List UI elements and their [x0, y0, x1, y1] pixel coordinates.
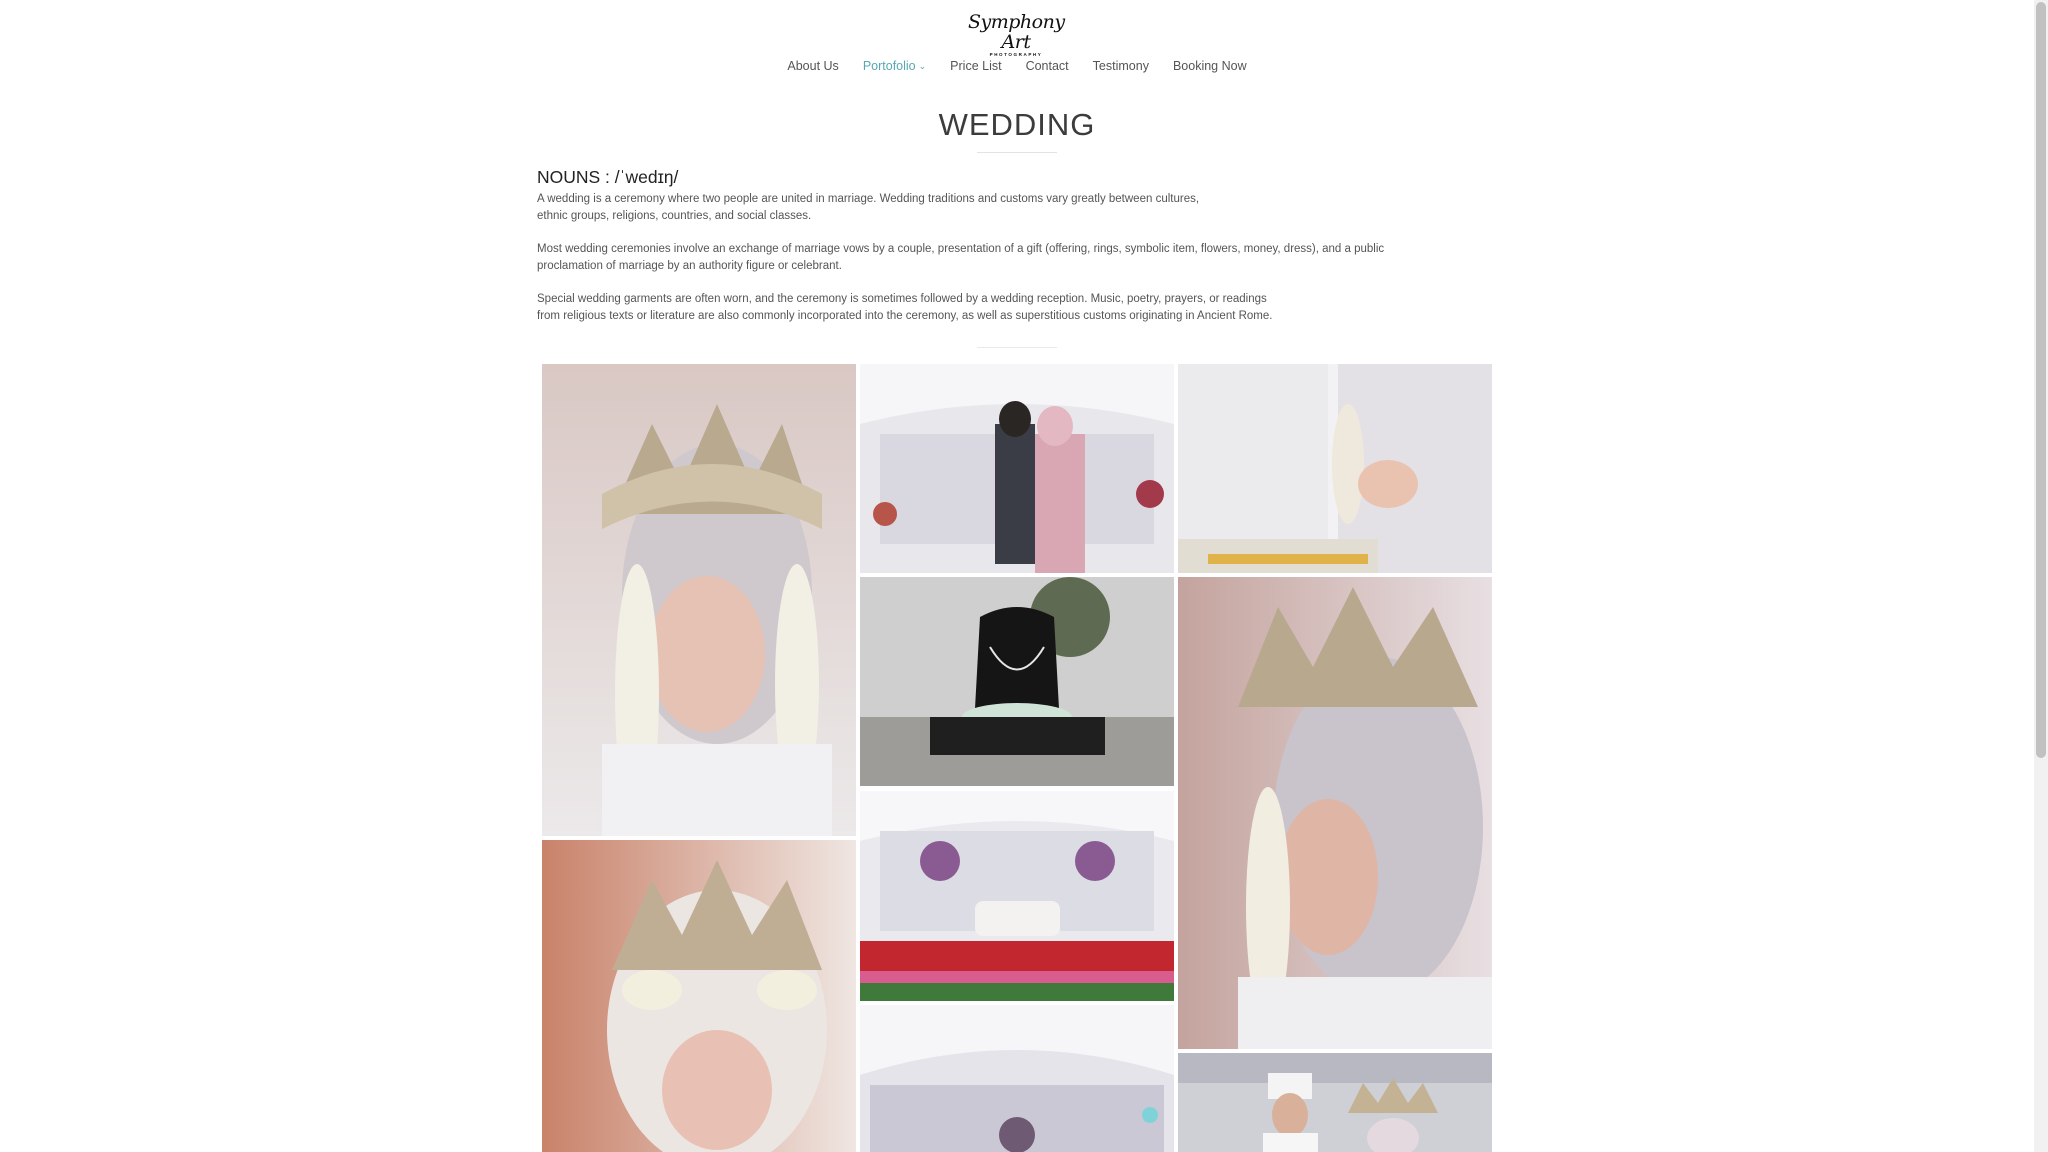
nav-label: Booking Now — [1172, 59, 1247, 73]
scrollbar-thumb[interactable] — [2036, 2, 2046, 758]
gallery-photo-wedding-stage-decor[interactable] — [860, 791, 1174, 1001]
title-divider — [977, 152, 1057, 153]
description-paragraph-3: Special wedding garments are often worn,… — [537, 293, 1273, 322]
nav-portofolio[interactable]: Portofolio ⌄ — [863, 56, 926, 76]
main-nav: About Us Portofolio ⌄ Price List Contact … — [0, 56, 2034, 76]
nav-contact[interactable]: Contact — [1026, 56, 1069, 76]
page-scrollbar[interactable] — [2034, 0, 2048, 1152]
nav-price-list[interactable]: Price List — [950, 56, 1001, 76]
section-divider — [977, 347, 1057, 348]
nav-about-us[interactable]: About Us — [787, 56, 838, 76]
nav-label: About Us — [787, 59, 839, 73]
wedding-description: NOUNS : /ˈwedɪŋ/ A wedding is a ceremony… — [537, 165, 1497, 341]
nav-booking-now[interactable]: Booking Now — [1173, 56, 1247, 76]
gallery-photo-couple-standing[interactable] — [1178, 1053, 1492, 1152]
nouns-heading: NOUNS : /ˈwedɪŋ/ — [537, 167, 679, 187]
gallery-photo-bride-profile-crown[interactable] — [1178, 577, 1492, 1049]
description-paragraph-2: Most wedding ceremonies involve an excha… — [537, 243, 1385, 272]
gallery-photo-bride-crown-portrait[interactable] — [542, 364, 856, 836]
gallery-photo-couple-kiss-decor[interactable] — [860, 364, 1174, 573]
nav-label: Portofolio — [862, 59, 916, 73]
nav-label: Contact — [1025, 59, 1069, 73]
nav-testimony[interactable]: Testimony — [1093, 56, 1149, 76]
chevron-down-icon: ⌄ — [918, 61, 927, 71]
site-logo[interactable]: Symphony Art PHOTOGRAPHY — [968, 12, 1065, 57]
page-title: WEDDING — [938, 107, 1096, 142]
gallery-photo-couple-hands-ring[interactable] — [1178, 364, 1492, 573]
gallery-photo-feather-ceiling-decor[interactable] — [860, 1005, 1174, 1152]
description-paragraph-1: A wedding is a ceremony where two people… — [537, 193, 1200, 222]
nav-label: Price List — [950, 59, 1002, 73]
gallery-photo-necklace-display[interactable] — [860, 577, 1174, 786]
gallery-photo-bride-smiling-crown[interactable] — [542, 840, 856, 1152]
nav-label: Testimony — [1092, 59, 1149, 73]
logo-script-text: Symphony Art — [968, 11, 1065, 53]
